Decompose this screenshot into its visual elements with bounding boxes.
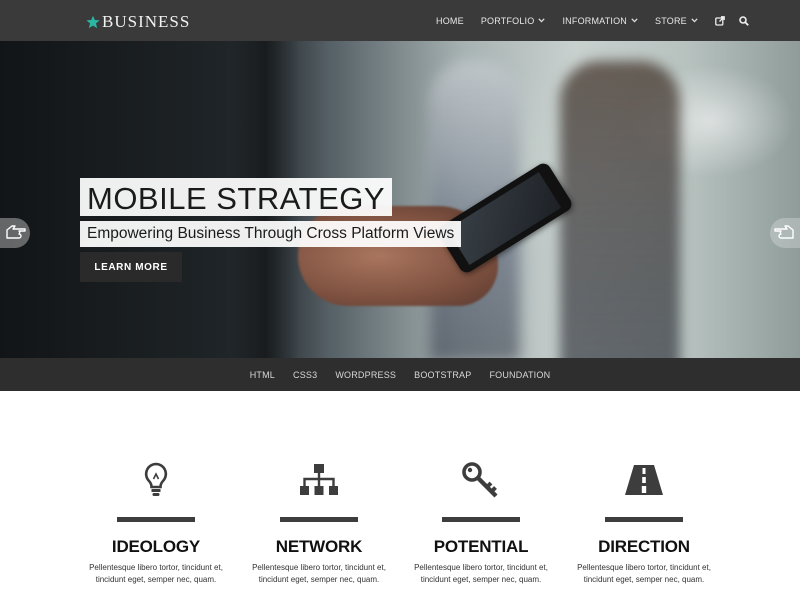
external-link-icon[interactable] xyxy=(714,15,725,26)
chevron-down-icon xyxy=(631,18,638,23)
key-icon xyxy=(400,460,562,500)
tag-wordpress[interactable]: WORDPRESS xyxy=(335,370,396,380)
feature-title: POTENTIAL xyxy=(433,537,529,556)
feature-direction: DIRECTION Pellentesque libero tortor, ti… xyxy=(563,460,725,586)
top-navbar: BUSINESS HOME PORTFOLIO INFORMATION STOR… xyxy=(0,0,800,41)
feature-description-line: tincidunt eget, semper nec, quam. xyxy=(583,575,705,584)
feature-description-line: tincidunt eget, semper nec, quam. xyxy=(258,575,380,584)
tag-css3[interactable]: CSS3 xyxy=(293,370,317,380)
lightbulb-icon xyxy=(75,460,237,500)
road-icon xyxy=(563,460,725,500)
nav-item-information[interactable]: INFORMATION xyxy=(562,16,638,26)
main-nav: HOME PORTFOLIO INFORMATION STORE xyxy=(436,0,763,41)
feature-network: NETWORK Pellentesque libero tortor, tinc… xyxy=(238,460,400,586)
feature-potential: POTENTIAL Pellentesque libero tortor, ti… xyxy=(400,460,562,586)
feature-description: Pellentesque libero tortor, tincidunt et… xyxy=(400,562,562,586)
tag-foundation[interactable]: FOUNDATION xyxy=(489,370,550,380)
technology-tag-bar: HTML CSS3 WORDPRESS BOOTSTRAP FOUNDATION xyxy=(0,358,800,391)
nav-item-store[interactable]: STORE xyxy=(655,16,698,26)
feature-divider xyxy=(117,517,195,522)
feature-description: Pellentesque libero tortor, tincidunt et… xyxy=(75,562,237,586)
feature-description: Pellentesque libero tortor, tincidunt et… xyxy=(563,562,725,586)
hero-subtitle: Empowering Business Through Cross Platfo… xyxy=(80,221,462,247)
chevron-down-icon xyxy=(538,18,546,23)
feature-title: NETWORK xyxy=(275,537,363,556)
feature-title: IDEOLOGY xyxy=(111,537,201,556)
nav-item-portfolio[interactable]: PORTFOLIO xyxy=(481,16,546,26)
hero-title: MOBILE STRATEGY xyxy=(80,178,393,216)
nav-item-label: PORTFOLIO xyxy=(480,15,535,26)
feature-description-line: Pellentesque libero tortor, tincidunt et… xyxy=(414,563,548,572)
feature-description-line: Pellentesque libero tortor, tincidunt et… xyxy=(252,563,386,572)
nav-item-label: HOME xyxy=(436,15,464,26)
learn-more-button[interactable]: LEARN MORE xyxy=(80,252,182,282)
search-icon[interactable] xyxy=(739,15,749,26)
feature-description-line: tincidunt eget, semper nec, quam. xyxy=(95,575,217,584)
tag-bootstrap[interactable]: BOOTSTRAP xyxy=(414,370,471,380)
feature-description-line: tincidunt eget, semper nec, quam. xyxy=(420,575,542,584)
feature-title: DIRECTION xyxy=(598,537,690,556)
nav-item-label: STORE xyxy=(655,15,687,26)
hero-slider: MOBILE STRATEGY Empowering Business Thro… xyxy=(0,41,800,358)
hand-pointing-left-icon xyxy=(6,225,26,239)
feature-divider xyxy=(605,517,683,522)
slider-next-button[interactable] xyxy=(770,218,800,248)
feature-ideology: IDEOLOGY Pellentesque libero tortor, tin… xyxy=(75,460,237,586)
nav-item-home[interactable]: HOME xyxy=(436,16,464,26)
hand-pointing-right-icon xyxy=(774,225,794,239)
feature-description-line: Pellentesque libero tortor, tincidunt et… xyxy=(89,563,223,572)
star-icon xyxy=(86,15,100,29)
feature-divider xyxy=(442,517,520,522)
feature-description-line: Pellentesque libero tortor, tincidunt et… xyxy=(577,563,711,572)
feature-description: Pellentesque libero tortor, tincidunt et… xyxy=(238,562,400,586)
feature-divider xyxy=(280,517,358,522)
sitemap-icon xyxy=(238,460,400,500)
chevron-down-icon xyxy=(691,18,698,23)
brand-name: BUSINESS xyxy=(102,12,191,31)
tag-html[interactable]: HTML xyxy=(250,370,275,380)
slider-prev-button[interactable] xyxy=(0,218,30,248)
hero-photo-figure xyxy=(560,61,680,358)
nav-item-label: INFORMATION xyxy=(562,15,627,26)
brand-logo[interactable]: BUSINESS xyxy=(86,12,190,32)
